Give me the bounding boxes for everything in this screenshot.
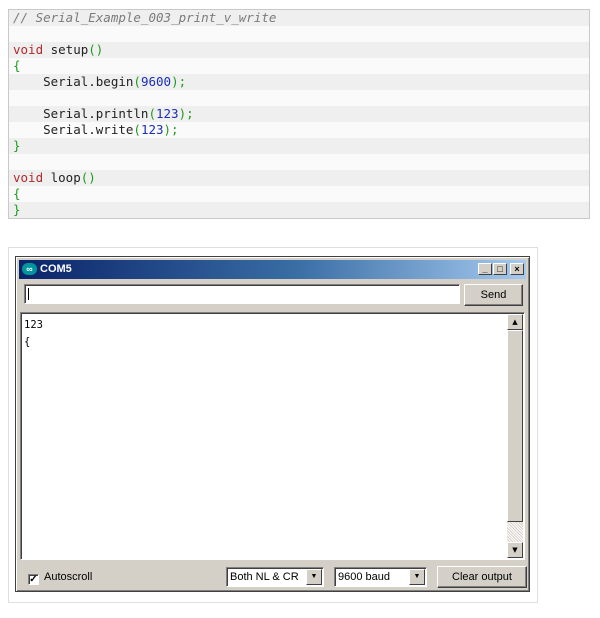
code-line: }	[9, 138, 589, 154]
code-line: {	[9, 58, 589, 74]
code-token: {	[13, 186, 21, 201]
autoscroll-checkbox[interactable]: ✓ Autoscroll	[28, 571, 92, 585]
code-line: Serial.begin(9600);	[9, 74, 589, 90]
code-line: void setup()	[9, 42, 589, 58]
dropdown-arrow-icon[interactable]: ▼	[409, 569, 425, 585]
code-listing: // Serial_Example_003_print_v_writevoid …	[8, 9, 590, 219]
code-token: );	[163, 122, 179, 137]
code-line	[9, 26, 589, 42]
code-token: Serial.begin	[13, 74, 134, 89]
code-token: }	[13, 138, 21, 153]
code-token: (	[148, 106, 156, 121]
code-line: Serial.write(123);	[9, 122, 589, 138]
maximize-button[interactable]: □	[493, 263, 507, 275]
baud-rate-select[interactable]: 9600 baud ▼	[334, 567, 427, 587]
output-text: 123 {	[24, 317, 504, 351]
code-token: );	[178, 106, 194, 121]
vertical-scrollbar[interactable]: ▲ ▼	[507, 314, 523, 558]
scroll-thumb[interactable]	[507, 330, 523, 522]
serial-monitor-window: ∞ COM5 _ □ × Send 123 { ▲ ▼ ✓ Autoscroll B…	[15, 256, 530, 592]
code-token: void	[13, 170, 44, 185]
dropdown-arrow-icon[interactable]: ▼	[306, 569, 322, 585]
close-button[interactable]: ×	[510, 263, 524, 275]
code-line: Serial.println(123);	[9, 106, 589, 122]
code-token: 123	[156, 106, 179, 121]
code-token: ()	[80, 170, 96, 185]
code-line	[9, 90, 589, 106]
output-line: {	[24, 336, 31, 348]
code-token: Serial.write	[13, 122, 134, 137]
code-token: void	[13, 42, 44, 57]
clear-output-button[interactable]: Clear output	[437, 566, 527, 588]
scroll-up-icon[interactable]: ▲	[507, 314, 523, 330]
code-token: }	[13, 202, 21, 217]
scroll-down-icon[interactable]: ▼	[507, 542, 523, 558]
code-token: {	[13, 58, 21, 73]
checkbox-check-icon[interactable]: ✓	[28, 574, 39, 585]
serial-output[interactable]: 123 { ▲ ▼	[20, 312, 525, 560]
code-line	[9, 154, 589, 170]
code-token: (	[133, 122, 141, 137]
output-line: 123	[24, 319, 43, 331]
code-token: (	[133, 74, 141, 89]
bottom-toolbar: ✓ Autoscroll Both NL & CR ▼ 9600 baud ▼ C…	[16, 563, 529, 591]
code-token: ()	[88, 42, 104, 57]
line-ending-select[interactable]: Both NL & CR ▼	[226, 567, 324, 587]
code-token: 123	[140, 122, 164, 137]
send-input[interactable]	[24, 284, 460, 304]
code-token: loop	[43, 170, 81, 185]
send-button[interactable]: Send	[464, 284, 523, 306]
code-token: // Serial_Example_003_print_v_write	[13, 10, 277, 25]
baud-rate-value: 9600 baud	[338, 571, 390, 583]
arduino-logo-icon: ∞	[22, 263, 37, 275]
code-token: Serial.println	[13, 106, 149, 121]
code-line: {	[9, 186, 589, 202]
code-line: }	[9, 202, 589, 218]
code-line: // Serial_Example_003_print_v_write	[9, 10, 589, 26]
window-title: COM5	[40, 263, 72, 275]
line-ending-value: Both NL & CR	[230, 571, 299, 583]
code-token: 9600	[140, 74, 172, 89]
code-token: );	[171, 74, 187, 89]
code-line: void loop()	[9, 170, 589, 186]
title-bar[interactable]: ∞ COM5 _ □ ×	[19, 260, 526, 279]
text-caret	[28, 288, 29, 300]
code-token: setup	[43, 42, 89, 57]
autoscroll-label: Autoscroll	[44, 571, 93, 583]
minimize-button[interactable]: _	[478, 263, 492, 275]
